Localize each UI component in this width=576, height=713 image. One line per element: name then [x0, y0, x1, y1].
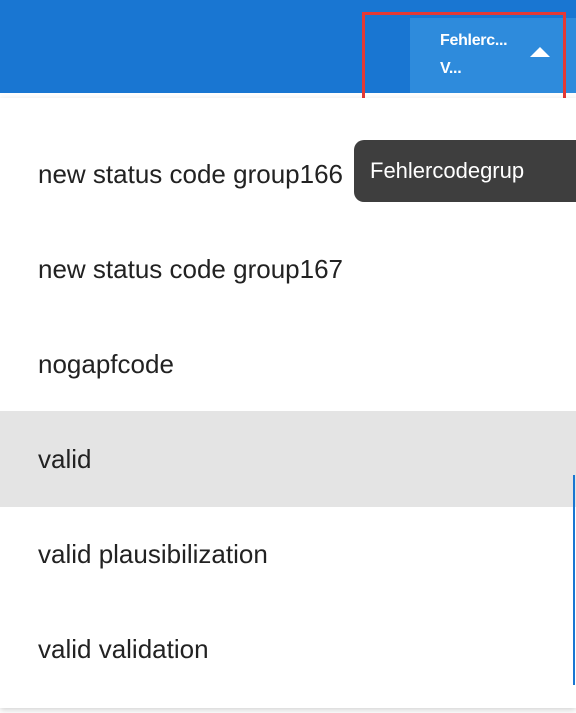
menu-item-label: valid validation: [38, 633, 209, 664]
menu-item-label: new status code group166: [38, 158, 343, 189]
menu-item-nogapfcode[interactable]: nogapfcode: [0, 316, 576, 412]
menu-item-new-status-code-group167[interactable]: new status code group167: [0, 221, 576, 317]
menu-item-label: nogapfcode: [38, 348, 174, 379]
tooltip: Fehlercodegrup: [354, 140, 576, 202]
scroll-edge-indicator: [573, 475, 575, 685]
menu-item-label: new status code group167: [38, 253, 343, 284]
app-stage: Fehlerc... V... new status code group166…: [0, 0, 576, 713]
menu-item-valid[interactable]: valid: [0, 411, 576, 507]
tooltip-text: Fehlercodegrup: [370, 158, 525, 183]
menu-item-label: valid: [38, 443, 92, 474]
menu-item-valid-plausibilization[interactable]: valid plausibilization: [0, 506, 576, 602]
menu-item-valid-validation[interactable]: valid validation: [0, 601, 576, 697]
menu-item-label: valid plausibilization: [38, 538, 268, 569]
